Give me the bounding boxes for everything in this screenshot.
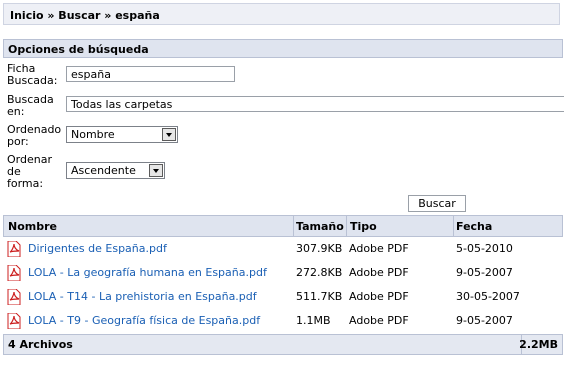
file-date: 9-05-2007 [456,314,513,327]
ficha-label: Ficha Buscada: [7,62,58,87]
file-size: 511.7KB [296,290,343,303]
file-date: 9-05-2007 [456,266,513,279]
table-row[interactable]: Dirigentes de España.pdf 307.9KB Adobe P… [3,238,563,262]
forma-label: Ordenar de forma: [7,153,52,190]
buscada-label: Buscada en: [7,93,54,118]
file-type: Adobe PDF [349,290,409,303]
panel-title: Opciones de búsqueda [8,43,149,56]
sort-by-value: Nombre [71,128,115,141]
sort-by-select[interactable]: Nombre [66,126,178,143]
column-header-tamano[interactable]: Tamaño [296,220,344,233]
file-size: 1.1MB [296,314,331,327]
column-divider [346,216,347,236]
chevron-down-icon[interactable] [149,164,163,177]
pdf-file-icon [7,241,21,257]
pdf-file-icon [7,289,21,305]
file-name-link[interactable]: Dirigentes de España.pdf [28,242,167,255]
column-header-fecha[interactable]: Fecha [456,220,492,233]
total-size: 2.2MB [519,338,558,351]
search-location-field[interactable]: Todas las carpetas [66,96,564,112]
search-options-header: Opciones de búsqueda [3,39,563,58]
file-type: Adobe PDF [349,314,409,327]
column-divider [453,216,454,236]
file-type: Adobe PDF [349,266,409,279]
pdf-file-icon [7,313,21,329]
file-name-link[interactable]: LOLA - T14 - La prehistoria en España.pd… [28,290,257,303]
pdf-file-icon [7,265,21,281]
breadcrumb: Inicio » Buscar » españa [3,3,560,25]
file-name-link[interactable]: LOLA - T9 - Geografía física de España.p… [28,314,260,327]
file-name-link[interactable]: LOLA - La geografía humana en España.pdf [28,266,267,279]
file-count: 4 Archivos [8,338,73,351]
file-date: 5-05-2010 [456,242,513,255]
file-date: 30-05-2007 [456,290,520,303]
table-row[interactable]: LOLA - T9 - Geografía física de España.p… [3,310,563,334]
column-divider [293,216,294,236]
table-row[interactable]: LOLA - T14 - La prehistoria en España.pd… [3,286,563,310]
column-header-tipo[interactable]: Tipo [350,220,377,233]
results-table-header: Nombre Tamaño Tipo Fecha [3,215,563,237]
search-term-input[interactable] [66,66,235,82]
breadcrumb-text[interactable]: Inicio » Buscar » españa [10,9,160,22]
ordenado-label: Ordenado por: [7,123,62,148]
table-row[interactable]: LOLA - La geografía humana en España.pdf… [3,262,563,286]
buscar-button[interactable]: Buscar [408,195,466,212]
file-type: Adobe PDF [349,242,409,255]
results-footer: 4 Archivos 2.2MB [3,334,563,355]
sort-order-select[interactable]: Ascendente [66,162,165,179]
file-size: 307.9KB [296,242,343,255]
sort-order-value: Ascendente [71,164,136,177]
chevron-down-icon[interactable] [162,128,176,141]
column-header-nombre[interactable]: Nombre [8,220,57,233]
file-size: 272.8KB [296,266,343,279]
